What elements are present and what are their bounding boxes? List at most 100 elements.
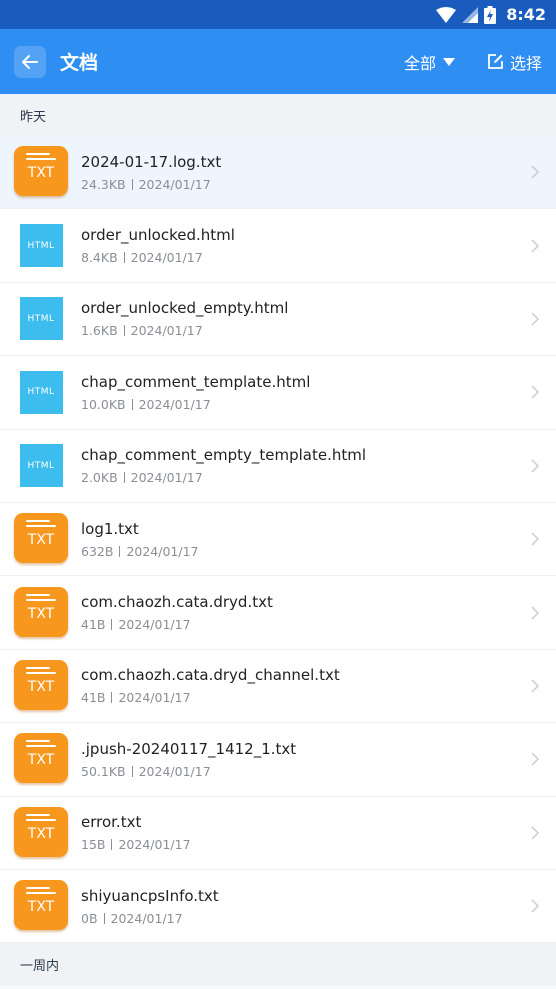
file-size: 1.6KB [81, 323, 118, 339]
chevron-right-icon [531, 606, 540, 620]
file-row[interactable]: TXT com.chaozh.cata.dryd.txt 41B 2024/01/… [0, 576, 556, 650]
battery-icon [484, 5, 497, 24]
meta-divider [123, 325, 125, 337]
file-date: 2024/01/17 [118, 837, 191, 853]
txt-icon-label: TXT [27, 825, 55, 842]
page-title: 文档 [60, 52, 99, 74]
html-icon-label: HTML [19, 297, 63, 341]
meta-divider [123, 472, 125, 484]
wifi-icon [436, 6, 457, 23]
meta-divider [111, 619, 113, 631]
html-icon-label: HTML [19, 444, 63, 488]
file-list: TXT 2024-01-17.log.txt 24.3KB 2024/01/17 … [0, 136, 556, 944]
file-row[interactable]: TXT com.chaozh.cata.dryd_channel.txt 41B… [0, 649, 556, 724]
file-name: chap_comment_template.html [81, 372, 311, 391]
chevron-right-icon [531, 899, 540, 913]
file-row[interactable]: HTML chap_comment_template.html 10.0KB 20… [0, 356, 556, 430]
file-row[interactable]: HTML order_unlocked_empty.html 1.6KB 2024… [0, 282, 556, 357]
chevron-right-icon [531, 239, 540, 253]
file-icon-txt: TXT [13, 805, 69, 861]
file-size: 15B [81, 837, 106, 853]
meta-divider [131, 178, 133, 190]
meta-divider [131, 398, 133, 410]
file-size: 2.0KB [81, 470, 118, 486]
status-icons [436, 5, 497, 24]
chevron-right-icon [531, 679, 540, 693]
file-name: 2024-01-17.log.txt [81, 152, 222, 171]
section-header-this-week: 一周内 [0, 943, 556, 986]
select-button[interactable]: 选择 [487, 50, 542, 74]
file-date: 2024/01/17 [126, 543, 199, 559]
file-icon-html: HTML [13, 291, 69, 347]
arrow-left-icon [22, 54, 38, 69]
caret-down-icon [442, 57, 455, 66]
meta-divider [103, 912, 105, 924]
meta-divider [111, 692, 113, 704]
txt-icon-label: TXT [27, 678, 55, 695]
chevron-right-icon [531, 459, 540, 473]
file-name: chap_comment_empty_template.html [81, 446, 366, 465]
chevron-right-icon [531, 385, 540, 399]
file-icon-txt: TXT [13, 511, 69, 567]
chevron-right-icon [531, 532, 540, 546]
status-time: 8:42 [506, 5, 546, 24]
file-icon-html: HTML [13, 364, 69, 420]
file-date: 2024/01/17 [138, 176, 211, 192]
file-row[interactable]: TXT error.txt 15B 2024/01/17 [0, 796, 556, 870]
txt-icon-label: TXT [27, 752, 55, 769]
meta-divider [123, 252, 125, 264]
file-name: com.chaozh.cata.dryd.txt [81, 593, 273, 612]
edit-icon [488, 54, 503, 69]
file-icon-txt: TXT [13, 658, 69, 714]
file-date: 2024/01/17 [110, 910, 183, 926]
file-size: 50.1KB [81, 763, 126, 779]
txt-icon-label: TXT [27, 165, 55, 182]
file-date: 2024/01/17 [130, 250, 203, 266]
file-size: 10.0KB [81, 396, 126, 412]
signal-icon [462, 6, 479, 23]
status-bar: 8:42 [0, 0, 556, 29]
file-size: 632B [81, 543, 114, 559]
file-size: 41B [81, 617, 106, 633]
file-date: 2024/01/17 [130, 470, 203, 486]
file-row[interactable]: HTML order_unlocked.html 8.4KB 2024/01/17 [0, 209, 556, 283]
file-date: 2024/01/17 [130, 323, 203, 339]
file-size: 41B [81, 690, 106, 706]
file-icon-txt: TXT [13, 878, 69, 934]
file-size: 8.4KB [81, 250, 118, 266]
txt-icon-label: TXT [27, 899, 55, 916]
file-name: error.txt [81, 813, 142, 832]
file-icon-txt: TXT [13, 585, 69, 641]
file-row[interactable]: HTML chap_comment_empty_template.html 2.… [0, 429, 556, 503]
file-date: 2024/01/17 [118, 617, 191, 633]
txt-icon-label: TXT [27, 532, 55, 549]
meta-divider [119, 545, 121, 557]
chevron-right-icon [531, 312, 540, 326]
file-row[interactable]: TXT shiyuancpsInfo.txt 0B 2024/01/17 [0, 869, 556, 944]
filter-dropdown[interactable]: 全部 [404, 50, 455, 74]
html-icon-label: HTML [19, 370, 63, 414]
file-icon-txt: TXT [13, 144, 69, 200]
file-name: com.chaozh.cata.dryd_channel.txt [81, 666, 340, 685]
section-header-yesterday: 昨天 [0, 94, 556, 136]
file-row[interactable]: TXT 2024-01-17.log.txt 24.3KB 2024/01/17 [0, 136, 556, 210]
file-icon-html: HTML [13, 218, 69, 274]
chevron-right-icon [531, 826, 540, 840]
file-name: log1.txt [81, 519, 139, 538]
meta-divider [131, 765, 133, 777]
app-bar: 文档 全部 选择 [0, 29, 556, 94]
select-label: 选择 [509, 53, 542, 73]
file-name: order_unlocked_empty.html [81, 299, 289, 318]
chevron-right-icon [531, 165, 540, 179]
file-name: shiyuancpsInfo.txt [81, 886, 219, 905]
file-name: .jpush-20240117_1412_1.txt [81, 739, 297, 758]
file-row[interactable]: TXT .jpush-20240117_1412_1.txt 50.1KB 202… [0, 723, 556, 797]
chevron-right-icon [531, 752, 540, 766]
file-size: 24.3KB [81, 176, 126, 192]
file-icon-html: HTML [13, 438, 69, 494]
html-icon-label: HTML [19, 224, 63, 268]
file-row[interactable]: TXT log1.txt 632B 2024/01/17 [0, 502, 556, 577]
back-button[interactable] [14, 45, 46, 78]
filter-label: 全部 [403, 53, 436, 73]
file-date: 2024/01/17 [118, 690, 191, 706]
